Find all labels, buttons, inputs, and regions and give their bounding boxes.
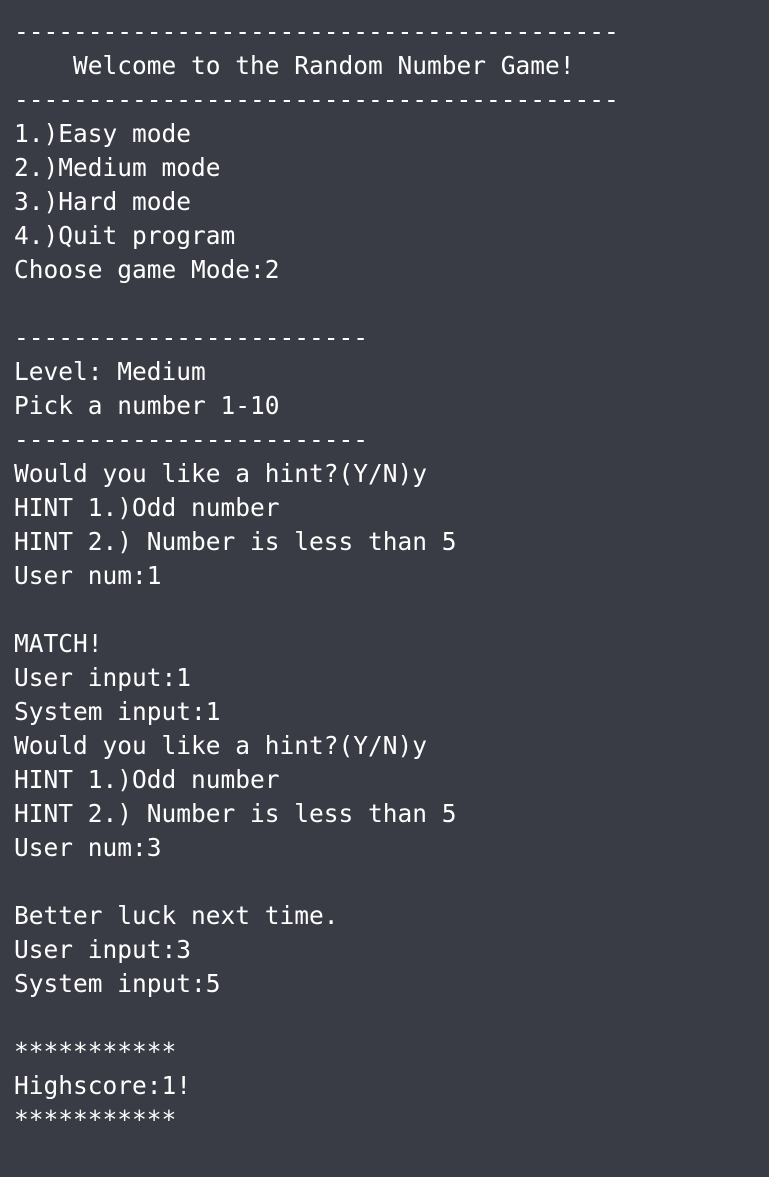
hint-line: HINT 1.)Odd number	[14, 493, 280, 522]
welcome-title: Welcome to the Random Number Game!	[14, 51, 575, 80]
hint-line: HINT 1.)Odd number	[14, 765, 280, 794]
menu-option-quit: 4.)Quit program	[14, 221, 236, 250]
system-input-line: System input:5	[14, 969, 221, 998]
user-num-line: User num:3	[14, 833, 162, 862]
hint-line: HINT 2.) Number is less than 5	[14, 799, 457, 828]
hint-prompt: Would you like a hint?(Y/N)y	[14, 459, 428, 488]
menu-option-medium: 2.)Medium mode	[14, 153, 221, 182]
hint-line: HINT 2.) Number is less than 5	[14, 527, 457, 556]
separator-line: ------------------------	[14, 425, 369, 454]
terminal-output[interactable]: ------------------------ ----------------…	[0, 0, 769, 1177]
separator-line: ------------------------	[14, 323, 369, 352]
system-input-line: System input:1	[14, 697, 221, 726]
mode-prompt: Choose game Mode:2	[14, 255, 280, 284]
pick-number-prompt: Pick a number 1-10	[14, 391, 280, 420]
menu-option-hard: 3.)Hard mode	[14, 187, 192, 216]
result-line: Better luck next time.	[14, 901, 339, 930]
asterisk-border: ***********	[14, 1037, 177, 1066]
menu-option-easy: 1.)Easy mode	[14, 119, 192, 148]
user-input-line: User input:3	[14, 935, 192, 964]
user-input-line: User input:1	[14, 663, 192, 692]
hint-prompt: Would you like a hint?(Y/N)y	[14, 731, 428, 760]
asterisk-border: ***********	[14, 1105, 177, 1134]
level-label: Level: Medium	[14, 357, 206, 386]
highscore-line: Highscore:1!	[14, 1071, 192, 1100]
result-line: MATCH!	[14, 629, 103, 658]
user-num-line: User num:1	[14, 561, 162, 590]
separator-line: ----------------------------------------…	[14, 85, 619, 114]
separator-line: ----------------------------------------…	[14, 17, 619, 46]
